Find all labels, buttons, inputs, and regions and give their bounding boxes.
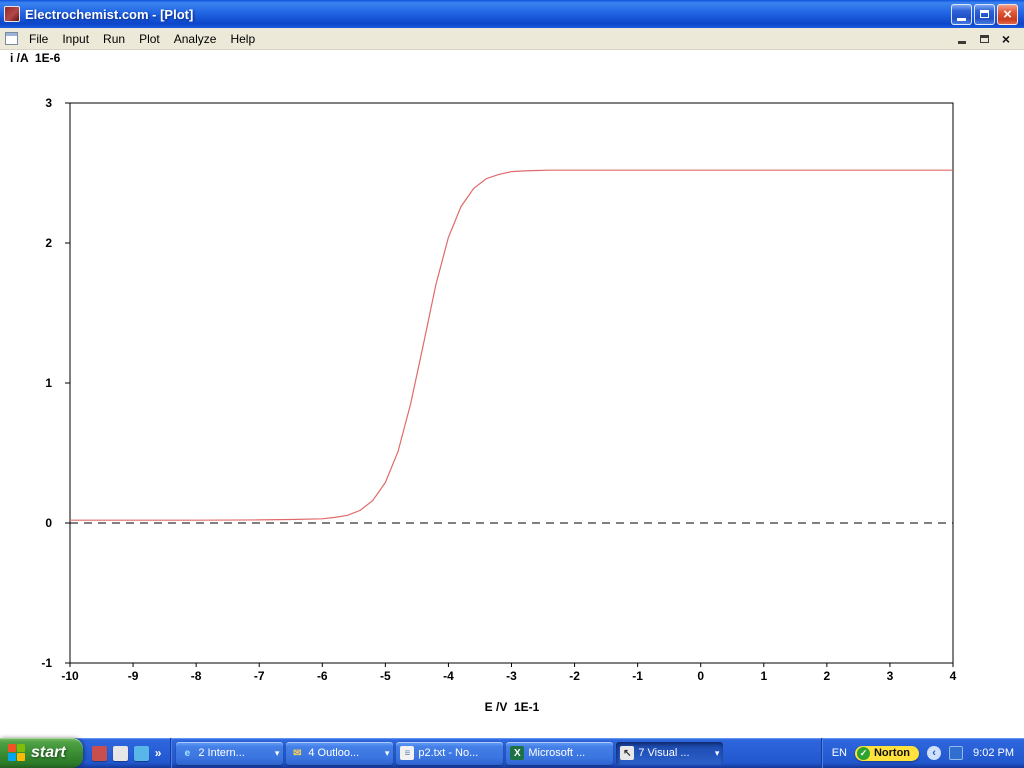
visual-studio-icon: ↖	[620, 746, 634, 760]
mdi-restore-icon	[980, 35, 989, 43]
group-chevron-icon: ▾	[385, 748, 390, 759]
taskbar-button-2-intern[interactable]: e 2 Intern... ▾	[176, 742, 283, 765]
mdi-close-button[interactable]: ×	[999, 32, 1013, 46]
y-tick-label: 3	[45, 96, 52, 110]
quick-launch-icon-2[interactable]	[113, 746, 128, 761]
x-tick-label: -9	[128, 669, 139, 683]
desktop-screen: Electrochemist.com - [Plot] × FileInputR…	[0, 0, 1024, 768]
taskbar-clock: 9:02 PM	[971, 747, 1014, 759]
task-button-label: 7 Visual ...	[638, 747, 710, 759]
group-chevron-icon: ▾	[715, 748, 720, 759]
x-tick-label: 3	[887, 669, 894, 683]
x-tick-label: -2	[569, 669, 580, 683]
group-chevron-icon: ▾	[275, 748, 280, 759]
taskbar-button-microsoft[interactable]: X Microsoft ...	[506, 742, 613, 765]
titlebar: Electrochemist.com - [Plot] ×	[0, 0, 1024, 28]
x-tick-label: -4	[443, 669, 454, 683]
x-tick-label: -10	[61, 669, 79, 683]
norton-badge[interactable]: ✓ Norton	[855, 746, 919, 761]
plot-frame	[70, 103, 953, 663]
window-controls: ×	[951, 4, 1020, 25]
x-tick-label: -3	[506, 669, 517, 683]
x-tick-label: 2	[824, 669, 831, 683]
task-buttons: e 2 Intern... ▾ ✉ 4 Outloo... ▾ ≡ p2.txt - No..…	[176, 742, 723, 765]
voltammogram-chart: -10-9-8-7-6-5-4-3-2-1012343210-1	[0, 50, 1024, 738]
taskbar-button-4-outloo[interactable]: ✉ 4 Outloo... ▾	[286, 742, 393, 765]
x-tick-label: -1	[632, 669, 643, 683]
menu-items: FileInputRunPlotAnalyzeHelp	[22, 30, 262, 48]
excel-icon: X	[510, 746, 524, 760]
system-tray: EN ✓ Norton ‹ 9:02 PM	[821, 738, 1024, 768]
tray-icons	[949, 746, 963, 760]
restore-icon	[980, 10, 989, 18]
taskbar-button-p2-txt-no[interactable]: ≡ p2.txt - No...	[396, 742, 503, 765]
norton-check-icon: ✓	[857, 747, 870, 760]
menu-item-analyze[interactable]: Analyze	[167, 30, 224, 48]
close-icon: ×	[1003, 7, 1012, 22]
tray-icon-1[interactable]	[949, 746, 963, 760]
menu-item-plot[interactable]: Plot	[132, 30, 167, 48]
menu-item-file[interactable]: File	[22, 30, 55, 48]
task-button-label: 4 Outloo...	[308, 747, 380, 759]
start-button[interactable]: start	[0, 738, 83, 768]
app-icon	[4, 6, 20, 22]
language-indicator[interactable]: EN	[832, 747, 847, 759]
task-button-label: 2 Intern...	[198, 747, 270, 759]
quick-launch-bar: »	[83, 738, 172, 768]
task-button-label: Microsoft ...	[528, 747, 609, 759]
series-simulated-current	[70, 170, 953, 520]
x-tick-label: -5	[380, 669, 391, 683]
taskbar-button-7-visual[interactable]: ↖ 7 Visual ... ▾	[616, 742, 723, 765]
menu-item-input[interactable]: Input	[55, 30, 96, 48]
y-tick-label: 2	[45, 236, 52, 250]
x-axis-title: E /V 1E-1	[0, 700, 1024, 714]
task-button-label: p2.txt - No...	[418, 747, 499, 759]
norton-label: Norton	[874, 747, 910, 759]
window-title: Electrochemist.com - [Plot]	[25, 7, 946, 22]
plot-window-icon	[5, 32, 18, 45]
start-button-label: start	[31, 744, 66, 762]
x-tick-label: 4	[950, 669, 957, 683]
mdi-close-icon: ×	[1002, 32, 1010, 46]
plot-area: i /A 1E-6 -10-9-8-7-6-5-4-3-2-1012343210…	[0, 50, 1024, 738]
taskbar: start » e 2 Intern... ▾ ✉ 4 Outloo... ▾ ≡ p2.tx…	[0, 738, 1024, 768]
x-tick-label: -8	[191, 669, 202, 683]
menu-item-help[interactable]: Help	[223, 30, 262, 48]
quick-launch-icon-1[interactable]	[92, 746, 107, 761]
minimize-button[interactable]	[951, 4, 972, 25]
quick-launch-overflow-chevron[interactable]: »	[155, 746, 162, 760]
x-tick-label: 1	[760, 669, 767, 683]
menubar: FileInputRunPlotAnalyzeHelp ×	[0, 28, 1024, 50]
x-tick-label: -7	[254, 669, 265, 683]
internet-explorer-icon: e	[180, 746, 194, 760]
mdi-minimize-button[interactable]	[955, 32, 969, 46]
quick-launch-icons	[92, 746, 149, 761]
notepad-icon: ≡	[400, 746, 414, 760]
mdi-restore-button[interactable]	[977, 32, 991, 46]
close-button[interactable]: ×	[997, 4, 1018, 25]
windows-logo-icon	[8, 744, 26, 762]
y-tick-label: 0	[45, 516, 52, 530]
hide-icons-chevron[interactable]: ‹	[927, 746, 941, 760]
y-tick-label: 1	[45, 376, 52, 390]
mdi-window-controls: ×	[955, 32, 1021, 46]
restore-button[interactable]	[974, 4, 995, 25]
x-tick-label: 0	[697, 669, 704, 683]
minimize-icon	[957, 18, 966, 21]
outlook-icon: ✉	[290, 746, 304, 760]
mdi-minimize-icon	[958, 41, 966, 44]
menu-item-run[interactable]: Run	[96, 30, 132, 48]
y-tick-label: -1	[41, 656, 52, 670]
quick-launch-icon-3[interactable]	[134, 746, 149, 761]
x-tick-label: -6	[317, 669, 328, 683]
